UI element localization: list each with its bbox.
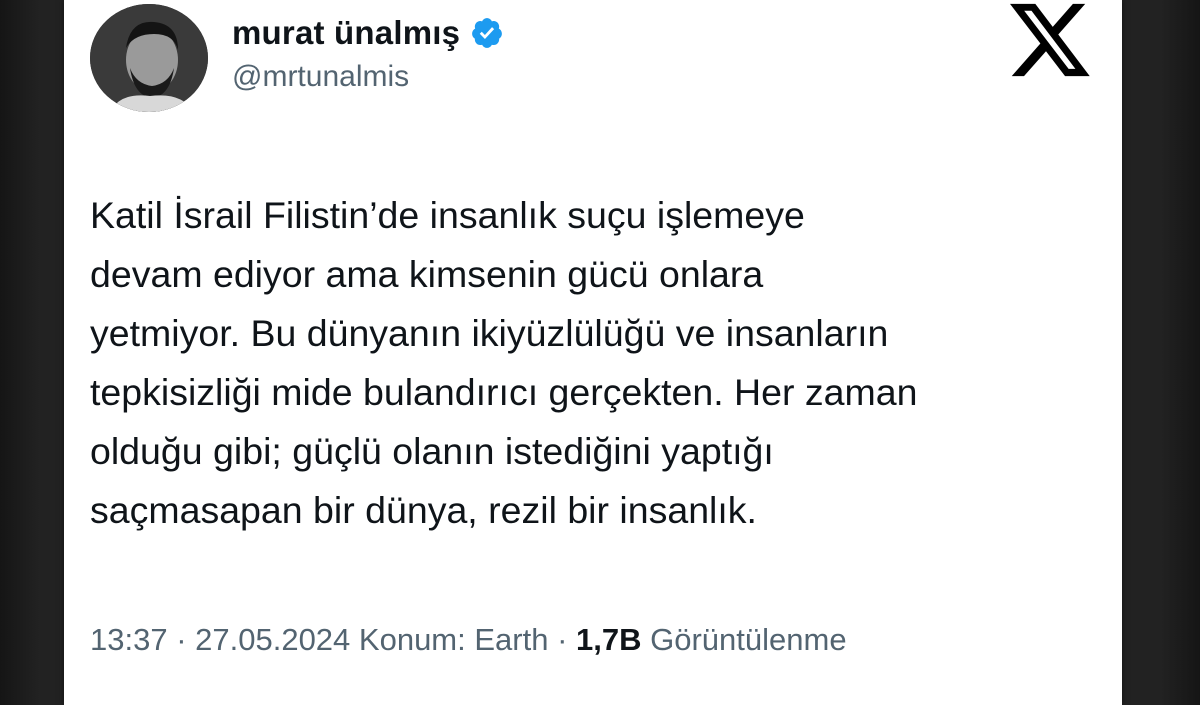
avatar-image bbox=[90, 4, 208, 112]
tweet-text: Katil İsrail Filistin’de insanlık suçu i… bbox=[90, 186, 1100, 540]
author-handle[interactable]: @mrtunalmis bbox=[232, 60, 409, 94]
tweet-text-line: olduğu gibi; güçlü olanın istediğini yap… bbox=[90, 430, 774, 472]
x-logo-icon[interactable] bbox=[1010, 2, 1090, 78]
views-count[interactable]: 1,7B bbox=[576, 622, 641, 657]
tweet-location: Konum: Earth bbox=[350, 622, 549, 657]
tweet-text-line: saçmasapan bir dünya, rezil bir insanlık… bbox=[90, 489, 757, 531]
screenshot-stage: murat ünalmış @mrtunalmis Katil İsrail F… bbox=[0, 0, 1200, 705]
meta-separator: · bbox=[167, 622, 196, 657]
tweet-text-line: Katil İsrail Filistin’de insanlık suçu i… bbox=[90, 194, 805, 236]
tweet-date[interactable]: 27.05.2024 bbox=[195, 622, 350, 657]
tweet-text-line: devam ediyor ama kimsenin gücü onlara bbox=[90, 253, 764, 295]
tweet-time[interactable]: 13:37 bbox=[90, 622, 168, 657]
author-display-name[interactable]: murat ünalmış bbox=[232, 14, 460, 52]
verified-badge-icon bbox=[470, 16, 504, 50]
tweet-text-line: tepkisizliği mide bulandırıcı gerçekten.… bbox=[90, 371, 918, 413]
tweet-metadata: 13:37 · 27.05.2024 Konum: Earth · 1,7B G… bbox=[90, 622, 847, 658]
tweet-text-line: yetmiyor. Bu dünyanın ikiyüzlülüğü ve in… bbox=[90, 312, 889, 354]
views-label: Görüntülenme bbox=[641, 622, 847, 657]
author-name-row: murat ünalmış bbox=[232, 14, 504, 52]
meta-separator: · bbox=[548, 622, 577, 657]
avatar[interactable] bbox=[90, 4, 208, 112]
